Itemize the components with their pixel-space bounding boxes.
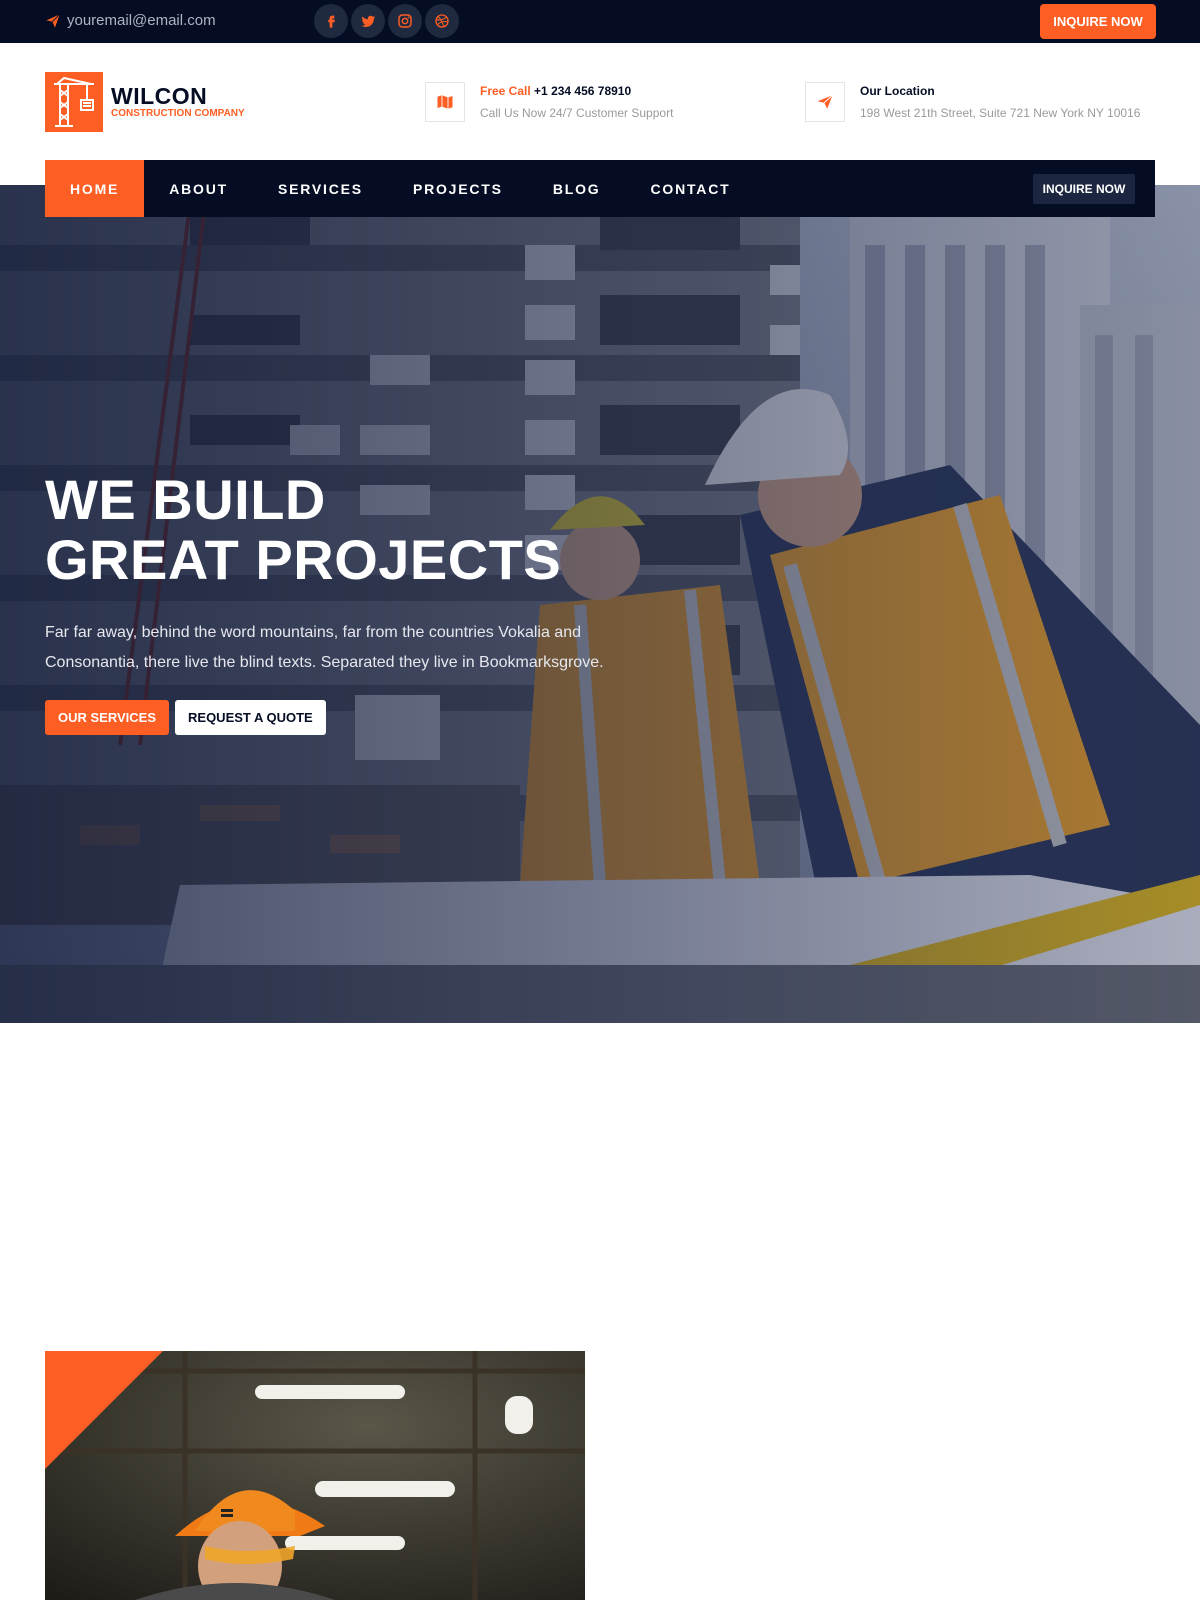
nav-item-projects[interactable]: PROJECTS	[388, 160, 528, 217]
contact-location-block: Our Location 198 West 21th Street, Suite…	[805, 82, 1140, 122]
call-subtext: Call Us Now 24/7 Customer Support	[480, 106, 674, 120]
request-quote-button[interactable]: REQUEST A QUOTE	[175, 700, 326, 735]
nav-item-home[interactable]: HOME	[45, 160, 145, 217]
hero-title-line-1: WE BUILD	[45, 468, 326, 531]
dribbble-link[interactable]	[425, 4, 459, 38]
paper-plane-icon	[46, 13, 61, 28]
twitter-icon	[361, 15, 376, 27]
location-label: Our Location	[860, 84, 935, 98]
top-inquire-button[interactable]: INQUIRE NOW	[1040, 4, 1156, 39]
crane-icon	[45, 72, 103, 132]
nav-item-contact[interactable]: CONTACT	[625, 160, 755, 217]
hero-title: WE BUILD GREAT PROJECTS	[45, 470, 605, 590]
map-icon	[425, 82, 465, 122]
hero-title-line-2: GREAT PROJECTS	[45, 528, 562, 591]
location-address: 198 West 21th Street, Suite 721 New York…	[860, 106, 1141, 120]
hero-description: Far far away, behind the word mountains,…	[45, 624, 604, 671]
facebook-icon	[328, 15, 335, 28]
call-label: Free Call	[480, 84, 531, 98]
social-links	[314, 4, 459, 38]
phone-number[interactable]: +1 234 456 78910	[534, 84, 631, 98]
paper-plane-icon	[805, 82, 845, 122]
instagram-link[interactable]	[388, 4, 422, 38]
instagram-icon	[398, 14, 412, 28]
our-services-button[interactable]: OUR SERVICES	[45, 700, 170, 735]
dribbble-icon	[435, 14, 449, 28]
twitter-link[interactable]	[351, 4, 385, 38]
brand-tagline: CONSTRUCTION COMPANY	[111, 108, 245, 119]
facebook-link[interactable]	[314, 4, 348, 38]
hero-content: WE BUILD GREAT PROJECTS Far far away, be…	[45, 470, 605, 735]
contact-phone-block: Free Call +1 234 456 78910 Call Us Now 2…	[425, 82, 673, 122]
top-bar: youremail@email.com INQUIRE NOW	[0, 0, 1200, 43]
brand-logo[interactable]: WILCON CONSTRUCTION COMPANY	[45, 72, 245, 132]
about-image	[45, 1351, 585, 1600]
nav-inquire-button[interactable]: INQUIRE NOW	[1033, 174, 1135, 204]
top-email[interactable]: youremail@email.com	[45, 12, 216, 29]
nav-item-about[interactable]: ABOUT	[144, 160, 253, 217]
hero-section: WE BUILD GREAT PROJECTS Far far away, be…	[0, 185, 1200, 1023]
nav-item-services[interactable]: SERVICES	[253, 160, 388, 217]
brand-name: WILCON	[111, 83, 208, 109]
nav-item-blog[interactable]: BLOG	[528, 160, 626, 217]
top-email-text: youremail@email.com	[67, 12, 216, 29]
main-nav: HOME ABOUT SERVICES PROJECTS BLOG CONTAC…	[45, 160, 1155, 217]
